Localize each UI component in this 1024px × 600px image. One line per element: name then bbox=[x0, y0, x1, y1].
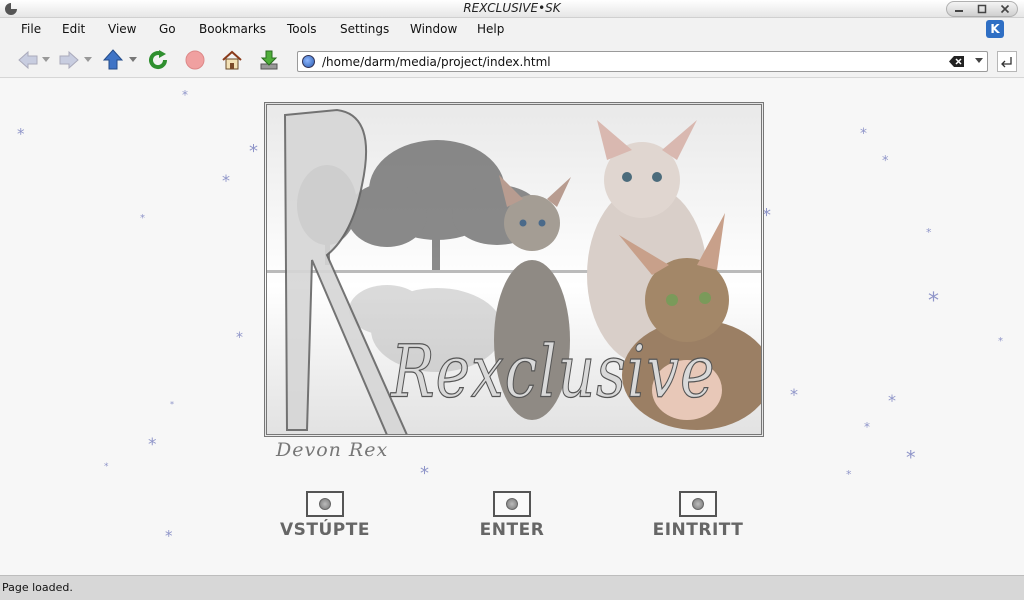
maximize-button[interactable] bbox=[973, 3, 991, 15]
menu-bookmarks[interactable]: Bookmarks bbox=[199, 22, 266, 36]
broken-image-glyph-icon bbox=[692, 498, 704, 510]
banner-brand-text: Rexclusive bbox=[391, 328, 716, 414]
header-banner: Rexclusive Devon Rex bbox=[246, 99, 764, 461]
snowflake-icon: * bbox=[998, 336, 1003, 347]
status-bar: Page loaded. bbox=[0, 575, 1024, 600]
menu-help[interactable]: Help bbox=[477, 22, 504, 36]
minimize-icon bbox=[954, 10, 963, 12]
broken-image-icon[interactable] bbox=[679, 491, 717, 517]
menu-view[interactable]: View bbox=[108, 22, 136, 36]
clear-address-icon[interactable] bbox=[949, 55, 965, 68]
go-enter-icon bbox=[1001, 56, 1012, 67]
snowflake-icon: * bbox=[222, 171, 230, 190]
snowflake-icon: * bbox=[860, 126, 867, 142]
menu-go[interactable]: Go bbox=[159, 22, 176, 36]
reload-icon bbox=[149, 50, 168, 70]
up-button[interactable] bbox=[101, 48, 125, 72]
address-history-dropdown-icon[interactable] bbox=[975, 58, 983, 63]
stop-button[interactable] bbox=[183, 48, 207, 72]
page-content: * * * * * * * * * * * * * * * * * * * * … bbox=[0, 79, 1024, 575]
snowflake-icon: * bbox=[170, 400, 174, 409]
up-icon bbox=[103, 49, 123, 70]
snowflake-icon: * bbox=[182, 88, 188, 102]
enter-label-slovak[interactable]: VSTÚPTE bbox=[255, 520, 395, 540]
enter-link-english[interactable]: ENTER bbox=[442, 491, 582, 551]
back-button[interactable] bbox=[16, 48, 40, 72]
snowflake-icon: * bbox=[165, 527, 173, 545]
menu-settings[interactable]: Settings bbox=[340, 22, 389, 36]
menu-window[interactable]: Window bbox=[410, 22, 457, 36]
snowflake-icon: * bbox=[148, 435, 157, 455]
home-icon bbox=[222, 50, 242, 70]
address-url[interactable]: /home/darm/media/project/index.html bbox=[322, 55, 551, 69]
snowflake-icon: * bbox=[928, 289, 939, 314]
go-button[interactable] bbox=[997, 51, 1017, 72]
menu-file[interactable]: File bbox=[21, 22, 41, 36]
broken-image-glyph-icon bbox=[506, 498, 518, 510]
home-button[interactable] bbox=[220, 48, 244, 72]
forward-button[interactable] bbox=[57, 48, 81, 72]
back-history-arrow-icon[interactable] bbox=[42, 57, 50, 63]
broken-image-icon[interactable] bbox=[306, 491, 344, 517]
snowflake-icon: * bbox=[236, 330, 243, 346]
maximize-icon bbox=[977, 4, 987, 14]
enter-link-german[interactable]: EINTRITT bbox=[628, 491, 768, 551]
menu-bar: File Edit View Go Bookmarks Tools Settin… bbox=[0, 18, 1024, 40]
broken-image-glyph-icon bbox=[319, 498, 331, 510]
snowflake-icon: * bbox=[420, 463, 429, 484]
snowflake-icon: * bbox=[790, 385, 798, 404]
forward-history-arrow-icon[interactable] bbox=[84, 57, 92, 63]
snowflake-icon: * bbox=[140, 213, 145, 224]
window-controls bbox=[946, 1, 1018, 17]
snowflake-icon: * bbox=[864, 420, 870, 434]
address-bar[interactable]: /home/darm/media/project/index.html bbox=[297, 51, 988, 72]
page-favicon-icon bbox=[302, 55, 315, 68]
download-button[interactable] bbox=[257, 48, 281, 72]
menu-edit[interactable]: Edit bbox=[62, 22, 85, 36]
snowflake-icon: * bbox=[906, 447, 916, 469]
banner-subtitle: Devon Rex bbox=[276, 439, 389, 461]
up-history-arrow-icon[interactable] bbox=[129, 57, 137, 63]
back-icon bbox=[18, 50, 38, 70]
banner-frame: Rexclusive bbox=[264, 102, 764, 437]
snowflake-icon: * bbox=[926, 226, 932, 239]
title-bar: REXCLUSIVE•SK bbox=[0, 0, 1024, 18]
minimize-button[interactable] bbox=[950, 3, 968, 15]
status-text: Page loaded. bbox=[2, 581, 73, 594]
menu-tools[interactable]: Tools bbox=[287, 22, 317, 36]
close-button[interactable] bbox=[996, 3, 1014, 15]
enter-link-slovak[interactable]: VSTÚPTE bbox=[255, 491, 395, 551]
snowflake-icon: * bbox=[846, 468, 852, 481]
snowflake-icon: * bbox=[888, 391, 896, 410]
window-title: REXCLUSIVE•SK bbox=[463, 1, 561, 15]
snowflake-icon: * bbox=[882, 154, 889, 169]
toolbar: /home/darm/media/project/index.html bbox=[0, 40, 1024, 78]
snowflake-icon: * bbox=[104, 462, 109, 472]
reload-button[interactable] bbox=[146, 48, 170, 72]
broken-image-icon[interactable] bbox=[493, 491, 531, 517]
kde-logo-icon: K bbox=[986, 20, 1004, 38]
forward-icon bbox=[59, 50, 79, 70]
close-icon bbox=[1001, 4, 1010, 14]
stop-icon bbox=[185, 50, 205, 70]
enter-label-english[interactable]: ENTER bbox=[442, 520, 582, 540]
download-icon bbox=[260, 50, 278, 70]
enter-label-german[interactable]: EINTRITT bbox=[628, 520, 768, 540]
snowflake-icon: * bbox=[17, 125, 25, 143]
